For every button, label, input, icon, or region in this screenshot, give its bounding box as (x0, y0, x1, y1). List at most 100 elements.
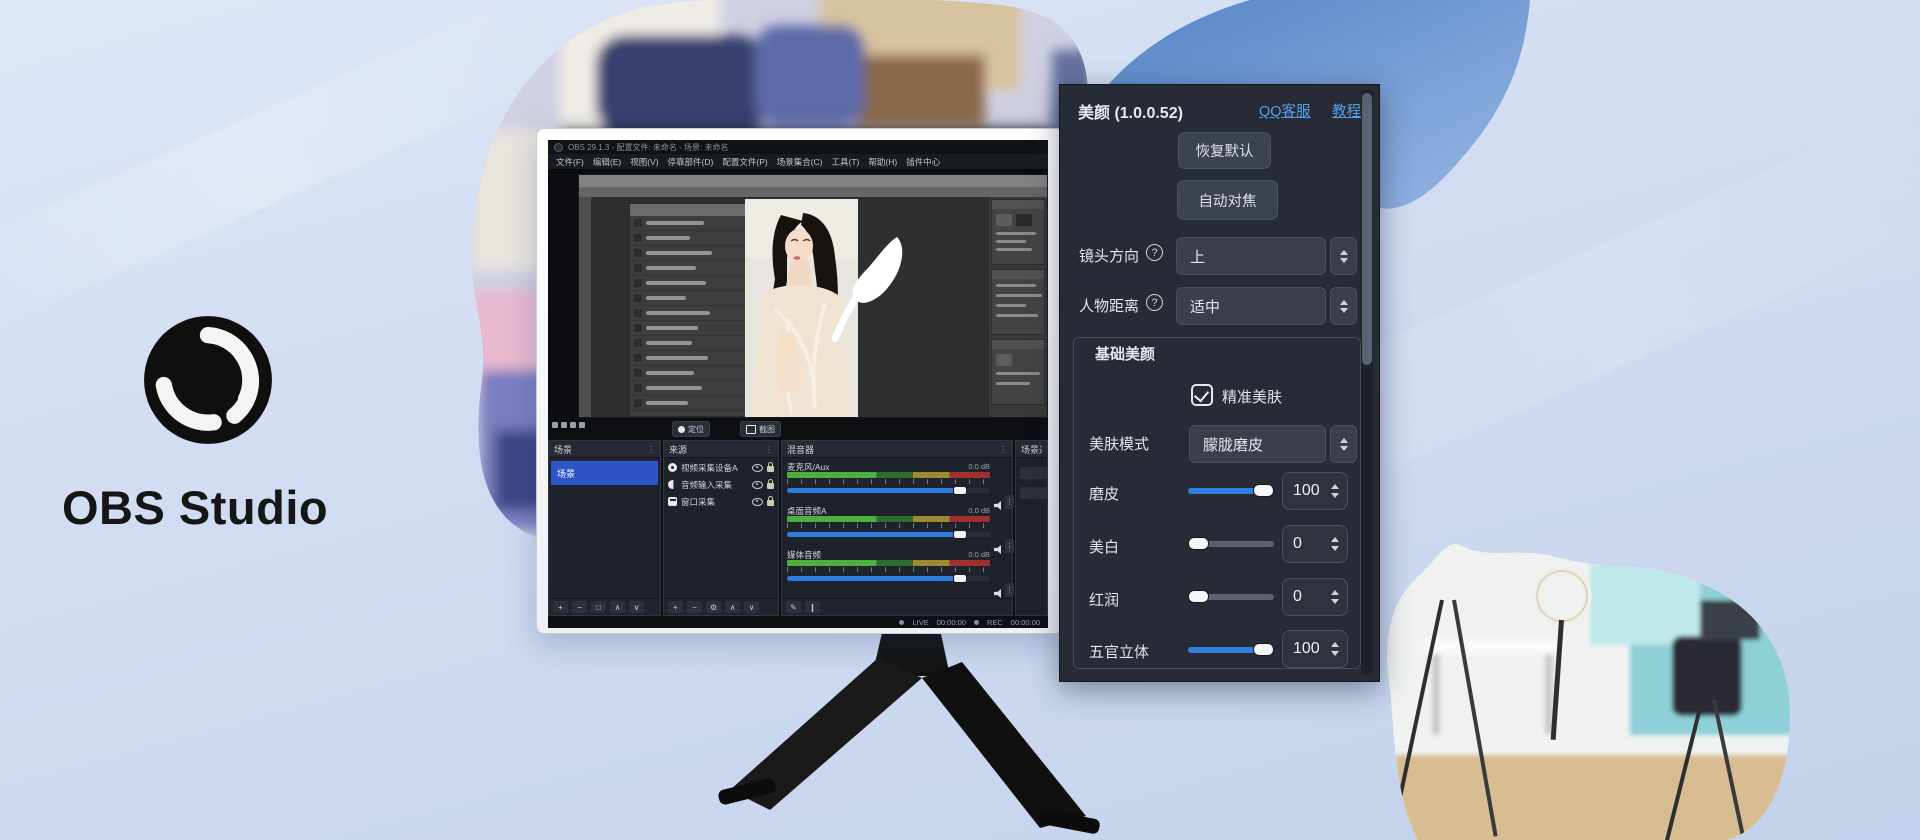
whitening-slider[interactable] (1188, 541, 1274, 547)
scene-down-button[interactable]: ∨ (629, 601, 644, 613)
lock-icon[interactable] (767, 466, 774, 472)
help-icon[interactable]: ? (1146, 244, 1163, 261)
live-time: 00:00:00 (937, 618, 966, 627)
qq-support-link[interactable]: QQ客服 (1259, 100, 1311, 121)
preview-locate-button[interactable]: 定位 (672, 421, 710, 437)
add-scene-button[interactable]: + (553, 601, 568, 613)
obs-preview[interactable] (548, 170, 1048, 418)
lock-icon[interactable] (767, 483, 774, 489)
volume-slider[interactable] (787, 488, 990, 493)
mixer-channel: 麦克风/Aux0.0 dB (787, 461, 990, 493)
source-item[interactable]: 视频采集设备A (664, 459, 778, 476)
speaker-icon[interactable] (994, 545, 1004, 554)
sources-toolbar: + − ⚙ ∧ ∨ (664, 598, 778, 615)
precise-skin-checkbox[interactable] (1191, 384, 1213, 406)
help-icon[interactable]: ? (1146, 294, 1163, 311)
basic-beauty-group-title: 基础美颜 (1095, 343, 1155, 364)
dock-menu-icon[interactable]: ⋮ (765, 445, 773, 454)
scenes-dock-title: 场景 (554, 443, 572, 456)
mixer-edit-button[interactable]: ✎ (786, 601, 801, 613)
rosy-slider[interactable] (1188, 594, 1274, 600)
menu-help[interactable]: 帮助(H) (868, 156, 897, 168)
preview-snapshot-button[interactable]: 截图 (740, 421, 781, 437)
scene-filters-button[interactable]: □ (591, 601, 606, 613)
rec-indicator-icon (974, 620, 979, 625)
mixer-channel: 媒体音频0.0 dB (787, 549, 990, 581)
menu-view[interactable]: 视图(V) (630, 156, 658, 168)
lens-direction-label: 镜头方向 (1079, 245, 1139, 266)
preview-corner-icons (552, 422, 585, 428)
smoothing-value-stepper[interactable]: 100 (1282, 472, 1348, 510)
lock-icon[interactable] (767, 500, 774, 506)
facial-3d-value-stepper[interactable]: 100 (1282, 630, 1348, 668)
visibility-eye-icon[interactable] (752, 498, 763, 506)
menu-plugin-center[interactable]: 插件中心 (906, 156, 940, 168)
tutorial-link[interactable]: 教程 (1332, 100, 1361, 121)
menu-profile[interactable]: 配置文件(P) (722, 156, 767, 168)
whitening-value-stepper[interactable]: 0 (1282, 525, 1348, 563)
target-icon (678, 426, 685, 433)
visibility-eye-icon[interactable] (752, 481, 763, 489)
rosy-value-stepper[interactable]: 0 (1282, 578, 1348, 616)
ps-options-bar (579, 187, 1047, 197)
volume-meter (787, 516, 990, 522)
panel-scrollbar[interactable] (1361, 89, 1373, 675)
menu-scene-collection[interactable]: 场景集合(C) (777, 156, 823, 168)
lens-direction-stepper[interactable] (1330, 237, 1357, 275)
menu-edit[interactable]: 编辑(E) (593, 156, 621, 168)
scenes-toolbar: + − □ ∧ ∨ (549, 598, 660, 615)
preview-snapshot-label: 截图 (759, 424, 775, 435)
scene-up-button[interactable]: ∧ (610, 601, 625, 613)
skin-mode-select[interactable]: 朦胧磨皮 (1189, 425, 1326, 463)
ps-floating-panel (629, 203, 747, 417)
obs-statusbar: LIVE 00:00:00 REC 00:00:00 (548, 616, 1048, 628)
menu-file[interactable]: 文件(F) (556, 156, 584, 168)
volume-slider[interactable] (787, 576, 990, 581)
channel-options-button[interactable]: ⋮ (1005, 583, 1014, 597)
channel-options-button[interactable]: ⋮ (1005, 495, 1014, 509)
transition-select[interactable] (1020, 467, 1048, 479)
remove-source-button[interactable]: − (687, 601, 702, 613)
add-source-button[interactable]: + (668, 601, 683, 613)
source-item[interactable]: 音频输入采集 (664, 476, 778, 493)
source-down-button[interactable]: ∨ (744, 601, 759, 613)
beauty-panel-title: 美颜 (1.0.0.52) (1078, 99, 1183, 123)
panel-scrollbar-thumb[interactable] (1362, 93, 1372, 365)
beauty-plugin-panel: 美颜 (1.0.0.52) QQ客服 教程 恢复默认 自动对焦 镜头方向 ? 上… (1059, 84, 1380, 682)
facial-3d-slider[interactable] (1188, 647, 1274, 653)
meter-ticks (787, 567, 990, 572)
source-up-button[interactable]: ∧ (725, 601, 740, 613)
mixer-dock-title: 混音器 (787, 443, 814, 456)
window-capture-icon (668, 497, 677, 506)
dock-menu-icon[interactable]: ⋮ (999, 445, 1007, 454)
sources-dock: 来源 ⋮ 视频采集设备A 音频输入采集 窗口采集 + − ⚙ ∧ ∨ (663, 440, 779, 616)
channel-options-button[interactable]: ⋮ (1005, 539, 1014, 553)
speaker-icon[interactable] (994, 589, 1004, 598)
menu-docks[interactable]: 停靠部件(D) (668, 156, 714, 168)
menu-tools[interactable]: 工具(T) (832, 156, 860, 168)
smoothing-slider[interactable] (1188, 488, 1274, 494)
meter-ticks (787, 479, 990, 484)
sources-dock-title: 来源 (669, 443, 687, 456)
promo-canvas: { "branding": { "app_name": "OBS Studio"… (0, 0, 1920, 840)
speaker-icon[interactable] (994, 501, 1004, 510)
person-distance-select[interactable]: 适中 (1176, 287, 1326, 325)
person-distance-stepper[interactable] (1330, 287, 1357, 325)
skin-mode-stepper[interactable] (1330, 425, 1357, 463)
scene-item-selected[interactable]: 场景 (551, 461, 658, 485)
restore-defaults-button[interactable]: 恢复默认 (1178, 132, 1271, 169)
visibility-eye-icon[interactable] (752, 464, 763, 472)
obs-titlebar: OBS 29.1.3 - 配置文件: 未命名 - 场景: 未命名 (548, 140, 1048, 154)
db-value: 0.0 dB (968, 550, 990, 559)
remove-scene-button[interactable]: − (572, 601, 587, 613)
dock-menu-icon[interactable]: ⋮ (647, 445, 655, 454)
live-indicator-icon (899, 620, 904, 625)
lens-direction-select[interactable]: 上 (1176, 237, 1326, 275)
mixer-advanced-button[interactable]: ❙ (805, 601, 820, 613)
obs-wordmark: OBS Studio (62, 480, 422, 535)
source-properties-button[interactable]: ⚙ (706, 601, 721, 613)
autofocus-button[interactable]: 自动对焦 (1177, 180, 1278, 220)
volume-slider[interactable] (787, 532, 990, 537)
transition-duration[interactable] (1020, 487, 1048, 499)
source-item[interactable]: 窗口采集 (664, 493, 778, 510)
